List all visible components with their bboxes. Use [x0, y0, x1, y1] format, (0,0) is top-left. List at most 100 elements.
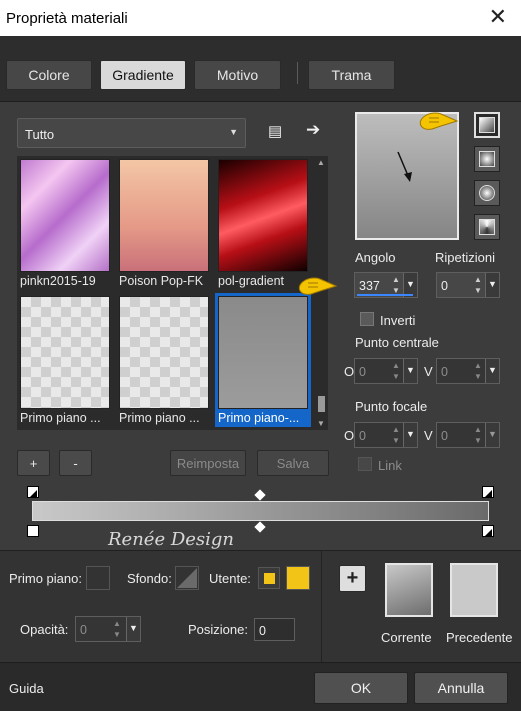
spin-arrows-icon[interactable]: ▲ ▼ — [473, 424, 483, 446]
focal-o-value: 0 — [359, 429, 366, 443]
ok-button[interactable]: OK — [314, 672, 408, 704]
save-button[interactable]: Salva — [257, 450, 329, 476]
center-o-spinner[interactable]: 0 ▲ ▼ ▼ — [354, 358, 418, 384]
tab-bar: Colore Gradiente Motivo Trama — [0, 36, 521, 102]
cancel-button[interactable]: Annulla — [414, 672, 508, 704]
chevron-down-icon[interactable]: ▼ — [317, 419, 325, 428]
arrow-right-icon[interactable]: ➔ — [306, 121, 320, 138]
rectangular-gradient-icon — [479, 151, 495, 167]
tab-trama[interactable]: Trama — [308, 60, 395, 90]
current-swatch[interactable] — [385, 563, 433, 617]
tab-motivo[interactable]: Motivo — [194, 60, 281, 90]
chevron-up-icon[interactable]: ▲ — [317, 158, 325, 167]
stop-icon — [29, 490, 37, 498]
previous-label: Precedente — [446, 630, 513, 645]
add-swatch-button[interactable]: + — [339, 565, 366, 592]
foreground-label: Primo piano: — [9, 571, 82, 586]
center-v-label: V — [424, 364, 433, 379]
top-left-stop[interactable] — [27, 486, 39, 498]
repeats-label: Ripetizioni — [435, 250, 495, 265]
spin-arrows-icon[interactable]: ▲ ▼ — [391, 424, 401, 446]
scrollbar-thumb[interactable] — [318, 396, 325, 412]
position-value: 0 — [259, 624, 266, 638]
gradient-name: Primo piano ... — [20, 411, 101, 425]
radial-style-button[interactable] — [474, 214, 500, 240]
foreground-swatch[interactable] — [86, 566, 110, 590]
center-o-value: 0 — [359, 365, 366, 379]
gradient-swatch — [119, 296, 209, 409]
center-v-spinner[interactable]: 0 ▲ ▼ ▼ — [436, 358, 500, 384]
link-label: Link — [378, 458, 402, 473]
pointing-hand-icon — [419, 112, 459, 130]
stop-icon — [484, 490, 492, 498]
stop-icon — [484, 529, 492, 537]
spin-arrows-icon[interactable]: ▲ ▼ — [391, 274, 401, 296]
gradient-editor-bar[interactable] — [32, 501, 489, 521]
repeats-value: 0 — [441, 279, 448, 293]
spin-arrows-icon[interactable]: ▲ ▼ — [112, 618, 122, 640]
angle-handle-icon[interactable] — [357, 114, 457, 238]
bottom-right-stop[interactable] — [482, 525, 494, 537]
reset-button[interactable]: Reimposta — [170, 450, 246, 476]
sunburst-style-button[interactable] — [474, 180, 500, 206]
focal-o-label: O — [344, 428, 355, 443]
angle-spinner[interactable]: 337 ▲ ▼ ▼ — [354, 272, 418, 298]
tab-gradiente[interactable]: Gradiente — [100, 60, 186, 90]
chevron-down-icon[interactable]: ▼ — [485, 359, 499, 383]
panel-divider — [321, 550, 322, 662]
list-view-icon[interactable]: ▤ — [268, 124, 282, 140]
add-gradient-button[interactable]: + — [17, 450, 50, 476]
center-v-value: 0 — [441, 365, 448, 379]
list-item-selected[interactable]: Primo piano-... — [215, 293, 311, 427]
user-color-swatch[interactable] — [286, 566, 310, 590]
help-link[interactable]: Guida — [9, 681, 44, 696]
gradient-name: Primo piano-... — [218, 411, 300, 425]
focal-o-spinner[interactable]: 0 ▲ ▼ ▼ — [354, 422, 418, 448]
spin-arrows-icon[interactable]: ▲ ▼ — [473, 360, 483, 382]
list-item[interactable]: Primo piano ... — [116, 293, 212, 427]
gradient-swatch — [20, 159, 110, 272]
background-swatch[interactable] — [175, 566, 199, 590]
window-title: Proprietà materiali — [6, 10, 128, 27]
opacity-spinner[interactable]: 0 ▲ ▼ ▼ — [75, 616, 141, 642]
remove-gradient-button[interactable]: - — [59, 450, 92, 476]
rectangular-style-button[interactable] — [474, 146, 500, 172]
gradient-swatch — [20, 296, 110, 409]
list-item[interactable]: pinkn2015-19 — [17, 156, 113, 290]
focal-v-spinner[interactable]: 0 ▲ ▼ ▼ — [436, 422, 500, 448]
top-right-stop[interactable] — [482, 486, 494, 498]
user-swatch-small[interactable] — [258, 567, 280, 589]
spin-arrows-icon[interactable]: ▲ ▼ — [473, 274, 483, 296]
previous-swatch[interactable] — [450, 563, 498, 617]
chevron-down-icon[interactable]: ▼ — [126, 617, 140, 641]
repeats-spinner[interactable]: 0 ▲ ▼ ▼ — [436, 272, 500, 298]
chevron-down-icon[interactable]: ▼ — [485, 423, 499, 447]
invert-checkbox[interactable] — [360, 312, 374, 326]
gradient-name: pinkn2015-19 — [20, 274, 96, 288]
title-bar: Proprietà materiali ✕ — [0, 0, 521, 36]
color-chip — [264, 573, 275, 584]
focus-underline — [357, 294, 413, 296]
category-dropdown[interactable]: Tutto ▼ — [17, 118, 246, 148]
chevron-down-icon[interactable]: ▼ — [403, 359, 417, 383]
list-item[interactable]: Primo piano ... — [17, 293, 113, 427]
position-field[interactable]: 0 — [254, 618, 295, 641]
spin-arrows-icon[interactable]: ▲ ▼ — [391, 360, 401, 382]
focal-point-label: Punto focale — [355, 399, 428, 414]
link-checkbox[interactable] — [358, 457, 372, 471]
center-o-label: O — [344, 364, 355, 379]
chevron-down-icon[interactable]: ▼ — [403, 423, 417, 447]
list-item[interactable]: Poison Pop-FK — [116, 156, 212, 290]
chevron-down-icon: ▼ — [229, 127, 238, 137]
chevron-down-icon[interactable]: ▼ — [485, 273, 499, 297]
pointing-hand-icon — [298, 277, 338, 295]
gradient-list: pinkn2015-19 Poison Pop-FK pol-gradient … — [17, 156, 315, 430]
close-icon[interactable]: ✕ — [489, 6, 507, 28]
list-item[interactable]: pol-gradient — [215, 156, 311, 290]
bottom-left-stop[interactable] — [27, 525, 39, 537]
opacity-label: Opacità: — [20, 622, 69, 637]
user-label: Utente: — [209, 571, 251, 586]
tab-colore[interactable]: Colore — [6, 60, 92, 90]
opacity-value: 0 — [80, 623, 87, 637]
linear-style-button[interactable] — [474, 112, 500, 138]
